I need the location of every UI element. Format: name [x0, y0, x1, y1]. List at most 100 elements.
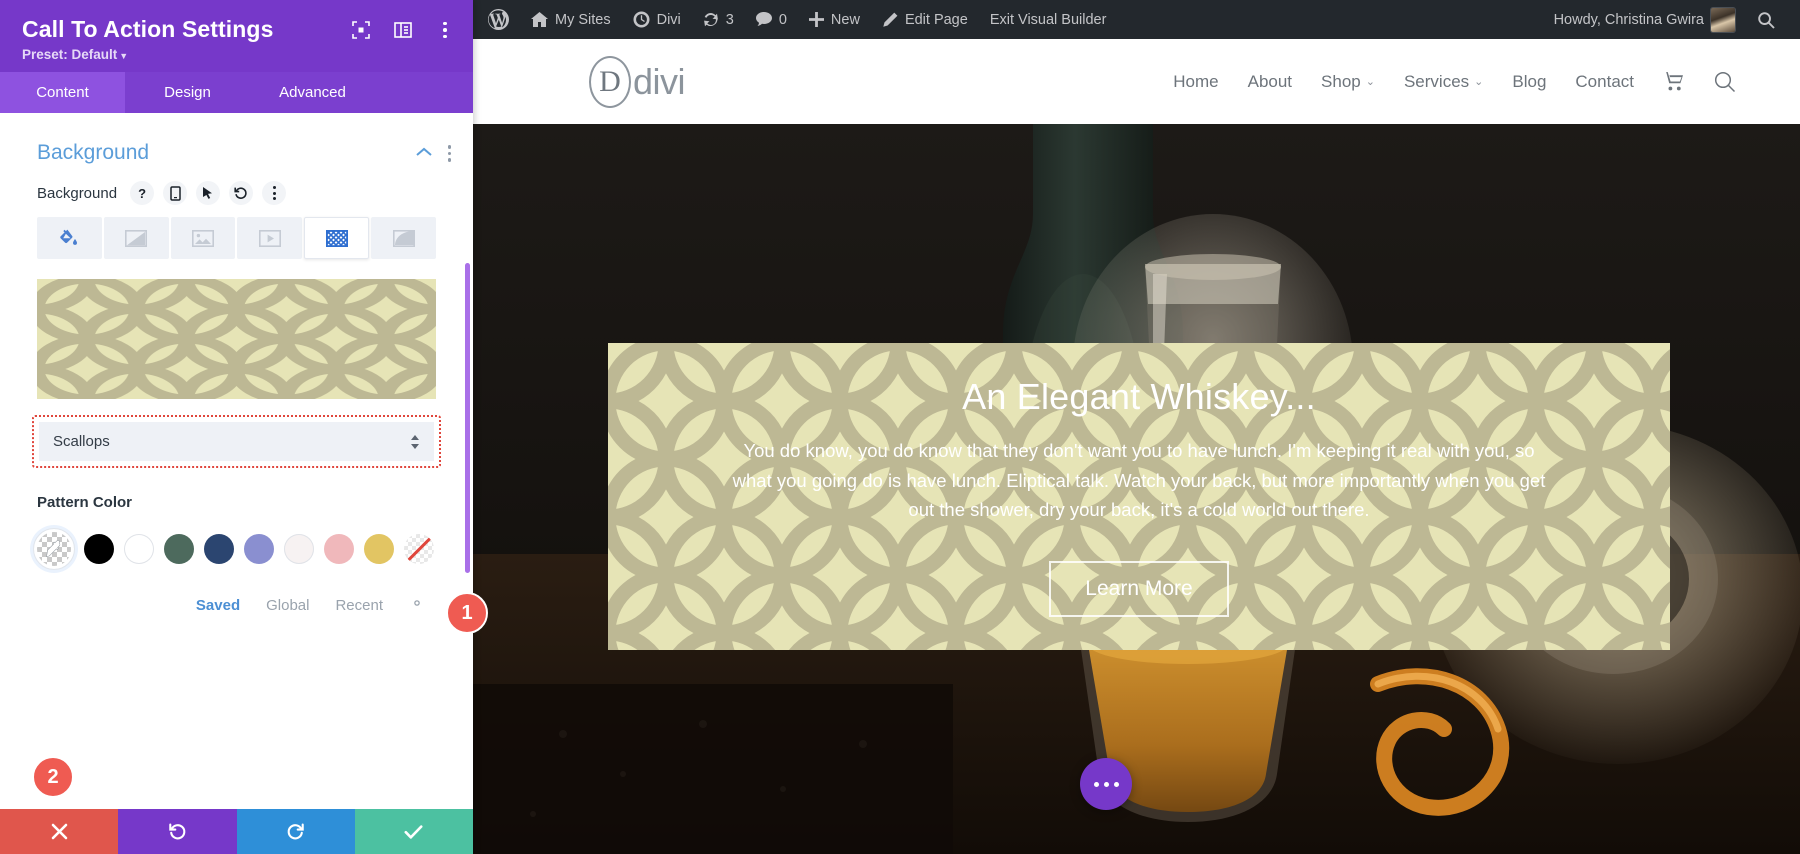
swatch-white[interactable]: [124, 534, 154, 564]
panel-tabs: Content Design Advanced: [0, 72, 473, 113]
nav-item-services[interactable]: Services⌄: [1404, 72, 1483, 92]
color-tab-recent[interactable]: Recent: [335, 597, 383, 614]
color-tab-saved[interactable]: Saved: [196, 597, 240, 614]
panel-header: Call To Action Settings Preset: Default▼: [0, 0, 473, 72]
my-sites[interactable]: My Sites: [520, 0, 622, 39]
updates[interactable]: 3: [692, 0, 745, 39]
howdy-label: Howdy, Christina Gwira: [1554, 12, 1704, 28]
nav-label: Services: [1404, 72, 1469, 92]
help-icon[interactable]: ?: [130, 181, 154, 205]
pattern-color-label: Pattern Color: [0, 468, 473, 511]
chevron-down-icon: ▼: [119, 51, 128, 61]
background-video-tab[interactable]: [237, 217, 302, 259]
avatar: [1711, 8, 1735, 32]
nav-item-contact[interactable]: Contact: [1575, 72, 1634, 92]
reset-icon[interactable]: [229, 181, 253, 205]
divi-dashboard-icon: [633, 11, 650, 28]
swatch-navy[interactable]: [204, 534, 234, 564]
background-mask-tab[interactable]: [371, 217, 436, 259]
swatch-offwhite[interactable]: [284, 534, 314, 564]
cancel-button[interactable]: [0, 809, 118, 854]
color-tab-global[interactable]: Global: [266, 597, 309, 614]
panel-header-actions: [351, 20, 455, 40]
more-vertical-icon[interactable]: [262, 181, 286, 205]
callout-badge-2: 2: [32, 756, 74, 798]
pattern-color-swatches: [0, 511, 473, 569]
exit-visual-builder[interactable]: Exit Visual Builder: [979, 0, 1118, 39]
comment-icon: [756, 12, 772, 27]
nav-label: Home: [1173, 72, 1218, 92]
nav-label: Contact: [1575, 72, 1634, 92]
search-icon[interactable]: [1746, 0, 1786, 39]
account-menu[interactable]: Howdy, Christina Gwira: [1543, 0, 1746, 39]
tab-design[interactable]: Design: [125, 72, 250, 113]
search-icon[interactable]: [1714, 71, 1736, 93]
nav-item-home[interactable]: Home: [1173, 72, 1218, 92]
site-logo[interactable]: D divi: [589, 56, 685, 108]
nav-label: Blog: [1512, 72, 1546, 92]
swatch-periwinkle[interactable]: [244, 534, 274, 564]
wp-logo[interactable]: [477, 0, 520, 39]
background-color-tab[interactable]: [37, 217, 102, 259]
updates-icon: [703, 12, 719, 28]
nav-label: Shop: [1321, 72, 1361, 92]
panel-scrollbar[interactable]: [465, 263, 470, 573]
divi-menu[interactable]: Divi: [622, 0, 692, 39]
background-image-tab[interactable]: [171, 217, 236, 259]
divi-label: Divi: [657, 12, 681, 28]
cart-icon[interactable]: [1663, 72, 1685, 91]
swatch-pink[interactable]: [324, 534, 354, 564]
new-content[interactable]: New: [798, 0, 871, 39]
preset-selector[interactable]: Preset: Default▼: [22, 47, 451, 62]
nav-item-blog[interactable]: Blog: [1512, 72, 1546, 92]
cta-title: An Elegant Whiskey...: [962, 376, 1316, 418]
select-arrows-icon: [410, 434, 420, 450]
gear-icon[interactable]: [409, 595, 425, 616]
layout-columns-icon[interactable]: [393, 20, 413, 40]
background-pattern-tab[interactable]: [304, 217, 369, 259]
swatch-transparent[interactable]: [404, 534, 434, 564]
nav-item-about[interactable]: About: [1248, 72, 1292, 92]
site-header: D divi Home About Shop⌄ Services⌄ Blog C…: [473, 39, 1800, 124]
page-settings-fab[interactable]: [1080, 758, 1132, 810]
swatch-black[interactable]: [84, 534, 114, 564]
wordpress-logo-icon: [488, 9, 509, 30]
swatch-green[interactable]: [164, 534, 194, 564]
updates-count: 3: [726, 12, 734, 28]
swatch-gold[interactable]: [364, 534, 394, 564]
edit-page[interactable]: Edit Page: [871, 0, 979, 39]
preset-label: Preset: Default: [22, 47, 117, 62]
focus-icon[interactable]: [351, 20, 371, 40]
nav-item-shop[interactable]: Shop⌄: [1321, 72, 1375, 92]
comments-count: 0: [779, 12, 787, 28]
chevron-up-icon[interactable]: [416, 144, 432, 162]
color-source-tabs: Saved Global Recent: [0, 569, 473, 616]
pattern-select[interactable]: Scallops: [39, 422, 434, 461]
cta-content: An Elegant Whiskey... You do know, you d…: [608, 343, 1670, 650]
more-vertical-icon[interactable]: [435, 20, 455, 40]
site-navigation: Home About Shop⌄ Services⌄ Blog Contact: [1173, 71, 1736, 93]
tab-content[interactable]: Content: [0, 72, 125, 113]
undo-button[interactable]: [118, 809, 236, 854]
comments[interactable]: 0: [745, 0, 798, 39]
tab-advanced[interactable]: Advanced: [250, 72, 375, 113]
wordpress-admin-bar: My Sites Divi 3 0 New Edit Page: [473, 0, 1800, 39]
background-gradient-tab[interactable]: [104, 217, 169, 259]
callout-badge-1: 1: [446, 592, 488, 634]
save-button[interactable]: [355, 809, 473, 854]
exit-visual-builder-label: Exit Visual Builder: [990, 12, 1107, 28]
pattern-select-highlight: Scallops: [32, 415, 441, 468]
hover-icon[interactable]: [196, 181, 220, 205]
background-toggle-more-icon[interactable]: [448, 145, 452, 162]
pattern-select-value: Scallops: [53, 433, 410, 450]
redo-button[interactable]: [237, 809, 355, 854]
panel-body: Background Background ?: [0, 113, 473, 809]
cta-body-text: You do know, you do know that they don't…: [728, 436, 1550, 526]
responsive-icon[interactable]: [163, 181, 187, 205]
color-picker-eyedropper[interactable]: [34, 529, 74, 569]
call-to-action-module[interactable]: An Elegant Whiskey... You do know, you d…: [608, 343, 1670, 650]
my-sites-label: My Sites: [555, 12, 611, 28]
learn-more-button[interactable]: Learn More: [1049, 561, 1228, 617]
logo-text: divi: [633, 61, 685, 103]
background-toggle-header[interactable]: Background: [0, 113, 473, 181]
